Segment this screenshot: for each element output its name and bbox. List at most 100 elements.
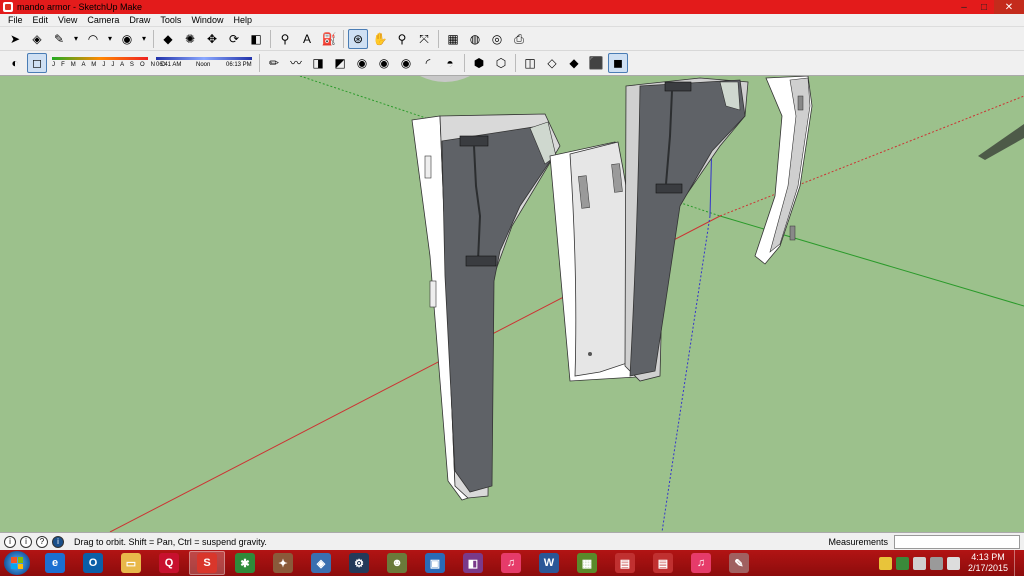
- taskbar-app[interactable]: ♫: [493, 551, 529, 575]
- freehand-icon[interactable]: 〰: [286, 53, 306, 73]
- close-button[interactable]: ✕: [994, 0, 1024, 14]
- window-title: mando armor - SketchUp Make: [17, 2, 143, 12]
- eraser-tool-icon[interactable]: ◈: [27, 29, 47, 49]
- text-tool-icon[interactable]: A: [297, 29, 317, 49]
- drape-icon[interactable]: ◩: [330, 53, 350, 73]
- taskbar-app[interactable]: ✎: [721, 551, 757, 575]
- sandbox-draw-icon[interactable]: ✏: [264, 53, 284, 73]
- taskbar-app[interactable]: ♫: [683, 551, 719, 575]
- wireframe-style-icon[interactable]: ◇: [542, 53, 562, 73]
- model-viewport[interactable]: [0, 76, 1024, 532]
- push-pull-tool-icon[interactable]: ◆: [158, 29, 178, 49]
- pencil-tool-icon[interactable]: ✎: [49, 29, 69, 49]
- word-icon: W: [539, 553, 559, 573]
- extension-warehouse-icon[interactable]: ◎: [487, 29, 507, 49]
- taskbar-app[interactable]: ✱: [227, 551, 263, 575]
- show-desktop-button[interactable]: [1014, 550, 1024, 576]
- taskbar: e O ▭ Q S ✱ ✦ ◈ ⚙ ☻ ▣ ◧ ♫ W ▦ ▤ ▤ ♫ ✎ 4:13 PM 2/17/2015: [0, 550, 1024, 576]
- menu-camera[interactable]: Camera: [82, 14, 124, 27]
- taskbar-app[interactable]: S: [189, 551, 225, 575]
- arc-tool-icon[interactable]: ◠: [83, 29, 103, 49]
- minimize-button[interactable]: –: [954, 0, 974, 14]
- menu-bar: File Edit View Camera Draw Tools Window …: [0, 14, 1024, 27]
- dropdown-arrow-icon[interactable]: ▾: [71, 29, 81, 49]
- menu-draw[interactable]: Draw: [124, 14, 155, 27]
- taskbar-app[interactable]: ▤: [645, 551, 681, 575]
- move-tool-icon[interactable]: ✥: [202, 29, 222, 49]
- armor-piece-left[interactable]: [411, 113, 561, 501]
- network-icon[interactable]: [930, 556, 943, 570]
- app-doc2-icon: ▤: [653, 553, 673, 573]
- smoove-icon[interactable]: ◉: [396, 53, 416, 73]
- dropdown-arrow-icon[interactable]: ▾: [105, 29, 115, 49]
- shadows-toggle-icon[interactable]: ◐: [5, 53, 25, 73]
- clock[interactable]: 4:13 PM 2/17/2015: [962, 552, 1014, 574]
- taskbar-app[interactable]: ▭: [113, 551, 149, 575]
- measurements-input[interactable]: [894, 534, 1020, 549]
- xray-style-icon[interactable]: ◫: [520, 53, 540, 73]
- user-icon[interactable]: ?: [36, 535, 48, 548]
- menu-tools[interactable]: Tools: [155, 14, 186, 27]
- sketchup-app-icon[interactable]: [3, 2, 13, 12]
- taskbar-app[interactable]: ◧: [455, 551, 491, 575]
- from-scratch-icon[interactable]: ◉: [374, 53, 394, 73]
- pan-tool-icon[interactable]: ✋: [370, 29, 390, 49]
- taskbar-app[interactable]: e: [37, 551, 73, 575]
- taskbar-app[interactable]: ✦: [265, 551, 301, 575]
- add-detail-icon[interactable]: ◜: [418, 53, 438, 73]
- circle-tool-icon[interactable]: ◉: [117, 29, 137, 49]
- shadow-time-slider[interactable]: 06:41 AM Noon 06:13 PM: [156, 53, 252, 73]
- help-icon[interactable]: i: [52, 535, 64, 548]
- follow-me-tool-icon[interactable]: ✺: [180, 29, 200, 49]
- credits-icon[interactable]: i: [20, 535, 32, 548]
- tray-app-icon[interactable]: [896, 556, 909, 570]
- taskbar-app[interactable]: Q: [151, 551, 187, 575]
- select-tool-icon[interactable]: ➤: [5, 29, 25, 49]
- rotate-tool-icon[interactable]: ⟳: [224, 29, 244, 49]
- volume-icon[interactable]: [947, 556, 960, 570]
- taskbar-app[interactable]: ▤: [607, 551, 643, 575]
- zoom-extents-tool-icon[interactable]: ⤧: [414, 29, 434, 49]
- taskbar-app[interactable]: ☻: [379, 551, 415, 575]
- armor-piece-far-right[interactable]: [754, 76, 813, 265]
- top-view-icon[interactable]: ⬡: [491, 53, 511, 73]
- menu-edit[interactable]: Edit: [28, 14, 54, 27]
- shaded-textures-style-icon[interactable]: ◼: [608, 53, 628, 73]
- taskbar-app[interactable]: ⚙: [341, 551, 377, 575]
- geo-location-icon[interactable]: i: [4, 535, 16, 548]
- paint-bucket-tool-icon[interactable]: ⛽: [319, 29, 339, 49]
- menu-window[interactable]: Window: [186, 14, 228, 27]
- itunes-icon: ♫: [501, 553, 521, 573]
- tape-measure-tool-icon[interactable]: ⚲: [275, 29, 295, 49]
- from-contours-icon[interactable]: ◉: [352, 53, 372, 73]
- stamp-icon[interactable]: ◨: [308, 53, 328, 73]
- print-icon[interactable]: ⎙: [509, 29, 529, 49]
- warehouse-icon[interactable]: ▦: [443, 29, 463, 49]
- offset-tool-icon[interactable]: ◧: [246, 29, 266, 49]
- dropdown-arrow-icon[interactable]: ▾: [139, 29, 149, 49]
- maximize-button[interactable]: □: [974, 0, 994, 14]
- menu-view[interactable]: View: [53, 14, 82, 27]
- taskbar-app[interactable]: ▦: [569, 551, 605, 575]
- tray-app-icon[interactable]: [879, 556, 892, 570]
- share-model-icon[interactable]: ◍: [465, 29, 485, 49]
- fog-toggle-icon[interactable]: ◻: [27, 53, 47, 73]
- start-button[interactable]: [4, 551, 30, 575]
- orbit-tool-icon[interactable]: ⊛: [348, 28, 368, 49]
- tray-expand-icon[interactable]: [913, 556, 926, 570]
- taskbar-app[interactable]: ◈: [303, 551, 339, 575]
- taskbar-app[interactable]: O: [75, 551, 111, 575]
- shaded-style-icon[interactable]: ⬛: [586, 53, 606, 73]
- menu-file[interactable]: File: [3, 14, 28, 27]
- zoom-tool-icon[interactable]: ⚲: [392, 29, 412, 49]
- hidden-line-style-icon[interactable]: ◆: [564, 53, 584, 73]
- menu-help[interactable]: Help: [228, 14, 257, 27]
- shadow-date-slider[interactable]: J F M A M J J A S O N D: [52, 53, 165, 73]
- armor-piece-right[interactable]: [624, 77, 749, 382]
- taskbar-app[interactable]: W: [531, 551, 567, 575]
- iso-view-icon[interactable]: ⬢: [469, 53, 489, 73]
- flip-edge-icon[interactable]: ◓: [440, 53, 460, 73]
- game-icon: ☻: [387, 553, 407, 573]
- toolbar-separator: [343, 29, 344, 48]
- taskbar-app[interactable]: ▣: [417, 551, 453, 575]
